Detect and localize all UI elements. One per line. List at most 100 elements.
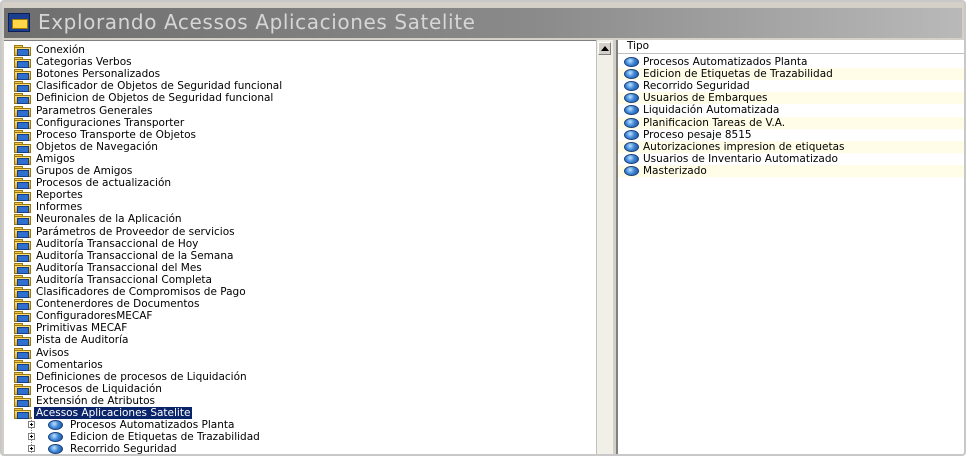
expand-plus-icon[interactable]: [28, 433, 35, 441]
tree-item-label: Definicion de Objetos de Seguridad funci…: [36, 92, 274, 105]
column-header-tipo[interactable]: Tipo: [618, 40, 964, 54]
tree-item-label: Auditoría Transaccional del Mes: [36, 261, 202, 274]
tree-item[interactable]: Proceso Transporte de Objetos: [4, 129, 594, 141]
expand-plus-icon[interactable]: [28, 445, 35, 453]
tree-item[interactable]: Extensión de Atributos: [4, 395, 594, 407]
list-item[interactable]: Edicion de Etiquetas de Trazabilidad: [618, 68, 964, 81]
tree-item-label: Acessos Aplicaciones Satelite: [34, 407, 193, 419]
tree-item[interactable]: Avisos: [4, 347, 594, 359]
folder-icon: [14, 395, 31, 407]
list-item[interactable]: Masterizado: [618, 164, 964, 177]
tree-child-label: Procesos Automatizados Planta: [70, 419, 235, 432]
tree-item-label: Auditoría Transaccional Completa: [36, 273, 212, 286]
tree-item[interactable]: Auditoría Transaccional Completa: [4, 274, 594, 286]
folder-icon: [14, 274, 31, 286]
tree-item[interactable]: Objetos de Navegación: [4, 141, 594, 153]
list-item-label: Masterizado: [643, 164, 707, 177]
list-item[interactable]: Usuarios de Inventario Automatizado: [618, 153, 964, 165]
folder-icon: [14, 69, 31, 81]
tree-item[interactable]: Categorias Verbos: [4, 56, 594, 69]
tree-item-label: Auditoría Transaccional de la Semana: [36, 249, 234, 262]
tree-item[interactable]: Auditoría Transaccional de Hoy: [4, 238, 594, 250]
tree-item[interactable]: Amigos: [4, 153, 594, 165]
tree-child-item[interactable]: Procesos Automatizados Planta: [4, 419, 594, 431]
satellite-app-icon: [624, 93, 639, 104]
tree-item[interactable]: Procesos de actualización: [4, 177, 594, 190]
folder-icon: [14, 347, 31, 359]
folder-icon: [14, 383, 31, 395]
list-item[interactable]: Procesos Automatizados Planta: [618, 56, 964, 68]
folder-icon: [14, 214, 31, 226]
tree-item-label: Primitivas MECAF: [36, 322, 128, 335]
tree-item[interactable]: Configuraciones Transporter: [4, 117, 594, 129]
tree-child-item[interactable]: Recorrido Seguridad: [4, 443, 594, 454]
tree-item-label: Grupos de Amigos: [36, 165, 133, 177]
tree-view[interactable]: Conexión Categorias Verbos Botones Persona…: [4, 40, 596, 454]
tree-item-label: Reportes: [36, 189, 83, 202]
tree-item-label: Parametros Generales: [36, 104, 153, 117]
tree-item-label: Botones Personalizados: [36, 68, 161, 81]
list-item[interactable]: Recorrido Seguridad: [618, 80, 964, 92]
satellite-app-icon: [48, 444, 63, 454]
list-view[interactable]: Tipo Procesos Automatizados Planta Edicio…: [616, 40, 964, 454]
tree-item[interactable]: Primitivas MECAF: [4, 322, 594, 335]
tree-item[interactable]: Neuronales de la Aplicación: [4, 213, 594, 226]
list-item[interactable]: Autorizaciones impresion de etiquetas: [618, 140, 964, 153]
tree-item-label: Parámetros de Proveedor de servicios: [36, 225, 235, 238]
tree-item-label: Definiciones de procesos de Liquidación: [36, 370, 247, 383]
tree-item[interactable]: Clasificador de Objetos de Seguridad fun…: [4, 80, 594, 93]
list-item-label: Autorizaciones impresion de etiquetas: [643, 140, 845, 153]
satellite-app-icon: [624, 141, 639, 152]
folder-icon: [14, 45, 31, 56]
tree-item[interactable]: Comentarios: [4, 359, 594, 371]
title-bar[interactable]: Explorando Acessos Aplicaciones Satelite: [4, 8, 962, 38]
expand-plus-icon[interactable]: [28, 421, 35, 429]
folder-icon: [14, 238, 31, 250]
tree-item[interactable]: Clasificadores de Compromisos de Pago: [4, 286, 594, 298]
folder-icon: [14, 178, 31, 190]
scroll-up-arrow-icon[interactable]: [598, 42, 611, 55]
tree-item[interactable]: ConfiguradoresMECAF: [4, 310, 594, 323]
folder-icon: [14, 359, 31, 371]
tree-item-label: Procesos de Liquidación: [36, 382, 162, 395]
tree-item[interactable]: Reportes: [4, 189, 594, 202]
tree-item[interactable]: Parametros Generales: [4, 105, 594, 117]
list-item[interactable]: Liquidación Automatizada: [618, 104, 964, 116]
list-item-label: Proceso pesaje 8515: [643, 128, 752, 141]
vertical-scrollbar[interactable]: [596, 40, 613, 454]
folder-icon: [14, 153, 31, 165]
list-item[interactable]: Usuarios de Embarques: [618, 92, 964, 105]
satellite-app-icon: [624, 81, 639, 92]
window-title: Explorando Acessos Aplicaciones Satelite: [38, 10, 476, 34]
tree-item-label: Procesos de actualización: [36, 177, 172, 190]
tree-item[interactable]: Conexión: [4, 44, 594, 56]
satellite-app-icon: [624, 153, 639, 164]
tree-item[interactable]: Procesos de Liquidación: [4, 383, 594, 395]
satellite-app-icon: [48, 432, 63, 443]
folder-icon: [14, 93, 31, 105]
tree-item[interactable]: Grupos de Amigos: [4, 165, 594, 177]
tree-item[interactable]: Botones Personalizados: [4, 68, 594, 81]
folder-icon: [14, 408, 31, 419]
tree-item[interactable]: Parámetros de Proveedor de servicios: [4, 226, 594, 238]
folder-icon: [14, 117, 31, 129]
tree-item[interactable]: Definicion de Objetos de Seguridad funci…: [4, 92, 594, 105]
tree-item[interactable]: Informes: [4, 201, 594, 214]
tree-item-label: Configuraciones Transporter: [36, 116, 185, 129]
satellite-app-icon: [624, 129, 639, 140]
folder-icon: [14, 335, 31, 347]
tree-item[interactable]: Acessos Aplicaciones Satelite: [4, 407, 594, 419]
tree-item[interactable]: Contenerdores de Documentos: [4, 298, 594, 311]
satellite-app-icon: [624, 105, 639, 116]
list-item[interactable]: Proceso pesaje 8515: [618, 128, 964, 141]
folder-icon: [14, 226, 31, 238]
tree-item[interactable]: Definiciones de procesos de Liquidación: [4, 371, 594, 383]
tree-item[interactable]: Pista de Auditoría: [4, 334, 594, 347]
tree-child-item[interactable]: Edicion de Etiquetas de Trazabilidad: [4, 431, 594, 443]
list-item[interactable]: Planificacion Tareas de V.A.: [618, 116, 964, 129]
tree-item[interactable]: Auditoría Transaccional del Mes: [4, 262, 594, 274]
column-header-label: Tipo: [627, 40, 650, 52]
tree-item[interactable]: Auditoría Transaccional de la Semana: [4, 250, 594, 262]
tree-item-label: Proceso Transporte de Objetos: [36, 128, 196, 141]
tree-item-label: Amigos: [36, 152, 75, 165]
